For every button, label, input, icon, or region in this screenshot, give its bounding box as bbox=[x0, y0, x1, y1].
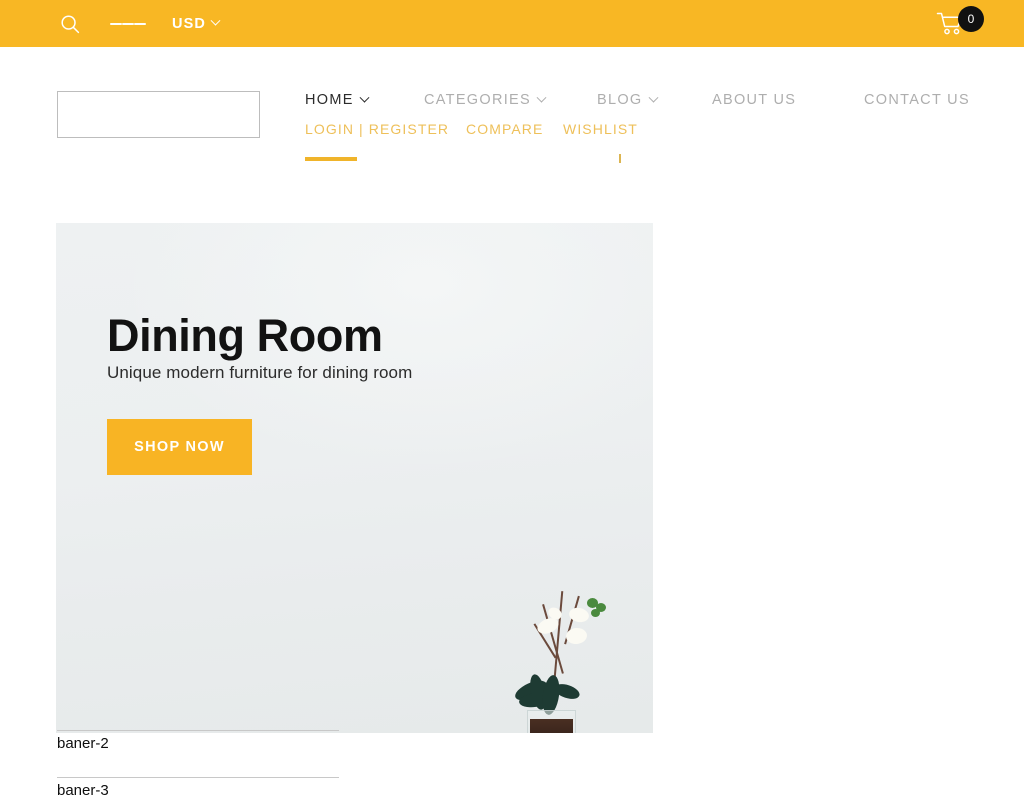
hero-banner[interactable] bbox=[56, 223, 653, 733]
cart-count-badge: 0 bbox=[958, 6, 984, 32]
chevron-down-icon bbox=[359, 92, 370, 103]
nav-item-categories[interactable]: CATEGORIES bbox=[424, 92, 547, 108]
broken-image-baner-3[interactable]: baner-3 bbox=[57, 777, 339, 799]
shop-now-button[interactable]: SHOP NOW bbox=[107, 419, 252, 475]
hero-subtitle: Unique modern furniture for dining room bbox=[107, 363, 413, 382]
active-nav-underline bbox=[305, 157, 357, 161]
nav-item-label: HOME bbox=[305, 92, 354, 108]
hamburger-bar bbox=[110, 22, 122, 25]
nav-item-compare[interactable]: COMPARE bbox=[466, 121, 543, 137]
chevron-down-icon bbox=[648, 92, 658, 103]
vase-soil-image bbox=[530, 719, 573, 733]
hamburger-menu-icon[interactable] bbox=[110, 6, 146, 42]
topbar-left-group: USD bbox=[52, 6, 221, 42]
top-utility-bar: USD 0 bbox=[0, 0, 1024, 47]
broken-image-baner-2[interactable]: baner-2 bbox=[57, 730, 339, 752]
chevron-down-icon bbox=[210, 15, 221, 26]
currency-label: USD bbox=[172, 15, 206, 32]
nav-item-label: CATEGORIES bbox=[424, 92, 531, 108]
primary-nav-row: HOME CATEGORIES BLOG ABOUT US CONTACT US bbox=[0, 92, 1024, 118]
nav-item-blog[interactable]: BLOG bbox=[597, 92, 658, 108]
hero-title: Dining Room bbox=[107, 310, 383, 362]
site-header: HOME CATEGORIES BLOG ABOUT US CONTACT US… bbox=[0, 47, 1024, 223]
nav-item-about-us[interactable]: ABOUT US bbox=[712, 92, 796, 108]
hamburger-bar bbox=[134, 22, 146, 25]
nav-item-wishlist[interactable]: WISHLIST bbox=[563, 121, 638, 137]
hamburger-bar bbox=[122, 22, 134, 25]
nav-item-contact-us[interactable]: CONTACT US bbox=[864, 92, 970, 108]
cart-button[interactable]: 0 bbox=[936, 5, 984, 43]
plant-bud-image bbox=[591, 609, 600, 617]
nav-item-label: ABOUT US bbox=[712, 92, 797, 108]
nav-item-home[interactable]: HOME bbox=[305, 92, 370, 108]
nav-item-login-register[interactable]: LOGIN | REGISTER bbox=[305, 121, 449, 137]
nav-item-label: CONTACT US bbox=[864, 92, 970, 108]
chevron-down-icon bbox=[536, 92, 547, 103]
hero-wall-shading bbox=[56, 223, 653, 553]
nav-item-label: BLOG bbox=[597, 92, 643, 108]
nav-accent-tick bbox=[619, 154, 621, 163]
search-icon[interactable] bbox=[52, 6, 88, 42]
currency-selector[interactable]: USD bbox=[172, 15, 221, 32]
